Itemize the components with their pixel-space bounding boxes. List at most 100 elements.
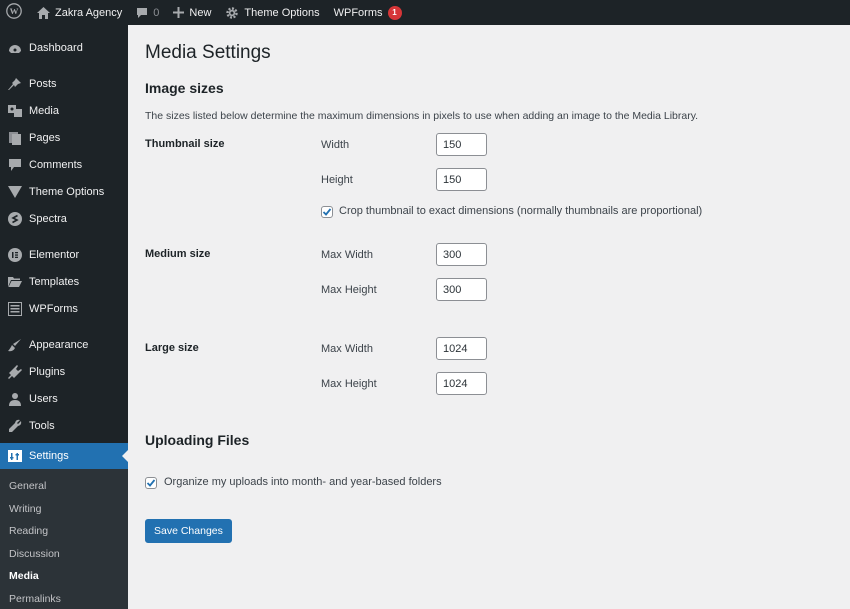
image-sizes-description: The sizes listed below determine the max… bbox=[145, 110, 699, 122]
sidebar-item-templates[interactable]: Templates bbox=[0, 268, 128, 295]
svg-text:W: W bbox=[10, 6, 19, 16]
folder-icon bbox=[8, 275, 22, 289]
image-sizes-heading: Image sizes bbox=[145, 80, 224, 96]
comment-icon bbox=[8, 158, 22, 172]
sidebar-item-label: Appearance bbox=[29, 338, 89, 351]
submenu-item-writing[interactable]: Writing bbox=[0, 498, 128, 521]
site-name-menu[interactable]: Zakra Agency bbox=[30, 0, 129, 25]
plug-icon bbox=[8, 364, 22, 379]
submenu-item-discussion[interactable]: Discussion bbox=[0, 543, 128, 566]
wpforms-label: WPForms bbox=[333, 6, 383, 19]
settings-icon bbox=[8, 449, 22, 463]
checkmark-icon bbox=[146, 479, 156, 487]
comments-menu[interactable]: 0 bbox=[129, 0, 166, 25]
elementor-icon bbox=[8, 247, 22, 262]
theme-options-menu[interactable]: Theme Options bbox=[218, 0, 326, 25]
sidebar-item-label: Theme Options bbox=[29, 185, 105, 198]
thumbnail-size-label: Thumbnail size bbox=[145, 138, 225, 150]
sidebar-item-label: Media bbox=[29, 104, 59, 117]
site-name: Zakra Agency bbox=[55, 6, 123, 19]
sidebar-item-label: Elementor bbox=[29, 248, 80, 261]
sidebar-item-posts[interactable]: Posts bbox=[0, 70, 128, 97]
new-content-menu[interactable]: New bbox=[166, 0, 218, 25]
sidebar-item-comments[interactable]: Comments bbox=[0, 151, 128, 178]
theme-options-label: Theme Options bbox=[244, 6, 320, 19]
large-height-label: Max Height bbox=[321, 378, 377, 390]
thumbnail-width-label: Width bbox=[321, 139, 350, 151]
sidebar-item-label: Plugins bbox=[29, 365, 66, 378]
media-icon bbox=[8, 104, 22, 118]
thumbnail-height-input[interactable] bbox=[436, 168, 487, 191]
organize-uploads-label: Organize my uploads into month- and year… bbox=[164, 476, 442, 488]
submenu-item-reading[interactable]: Reading bbox=[0, 520, 128, 543]
plus-icon bbox=[173, 7, 185, 18]
sidebar-item-label: Tools bbox=[29, 419, 55, 432]
large-width-input[interactable] bbox=[436, 337, 487, 360]
dashboard-icon bbox=[8, 41, 22, 55]
crop-thumbnail-checkbox[interactable] bbox=[321, 206, 333, 218]
sidebar-item-label: Posts bbox=[29, 77, 57, 90]
medium-height-input[interactable] bbox=[436, 278, 487, 301]
sidebar-item-spectra[interactable]: Spectra bbox=[0, 205, 128, 232]
sidebar-item-media[interactable]: Media bbox=[0, 97, 128, 124]
sidebar-item-elementor[interactable]: Elementor bbox=[0, 241, 128, 268]
sidebar-item-theme-options[interactable]: Theme Options bbox=[0, 178, 128, 205]
wpforms-menu[interactable]: WPForms 1 bbox=[327, 0, 409, 25]
organize-uploads-checkbox[interactable] bbox=[145, 477, 157, 489]
medium-size-label: Medium size bbox=[145, 248, 211, 260]
sidebar-item-label: Settings bbox=[29, 450, 69, 462]
submenu-item-media[interactable]: Media bbox=[0, 565, 128, 588]
user-icon bbox=[8, 392, 22, 406]
sidebar-item-label: Users bbox=[29, 392, 58, 405]
thumbnail-height-label: Height bbox=[321, 174, 353, 186]
pin-icon bbox=[8, 77, 22, 91]
thumbnail-width-input[interactable] bbox=[436, 133, 487, 156]
save-changes-button[interactable]: Save Changes bbox=[145, 519, 232, 543]
form-icon bbox=[8, 301, 22, 316]
crop-thumbnail-label: Crop thumbnail to exact dimensions (norm… bbox=[339, 205, 703, 217]
image-sizes-form: Thumbnail size Width Height Crop thumbna… bbox=[145, 122, 835, 543]
submenu-item-permalinks[interactable]: Permalinks bbox=[0, 588, 128, 609]
sidebar-item-pages[interactable]: Pages bbox=[0, 124, 128, 151]
admin-sidebar: Dashboard Posts Media Pages Comments The… bbox=[0, 25, 128, 609]
checkmark-icon bbox=[322, 208, 332, 216]
spectra-icon bbox=[8, 211, 22, 226]
triangle-icon bbox=[8, 185, 22, 199]
brush-icon bbox=[8, 338, 22, 352]
sidebar-item-tools[interactable]: Tools bbox=[0, 412, 128, 439]
medium-width-input[interactable] bbox=[436, 243, 487, 266]
sidebar-item-users[interactable]: Users bbox=[0, 385, 128, 412]
sidebar-item-wpforms[interactable]: WPForms bbox=[0, 295, 128, 322]
new-label: New bbox=[189, 6, 212, 19]
comments-count: 0 bbox=[153, 6, 160, 19]
sidebar-item-label: Dashboard bbox=[29, 41, 83, 54]
notification-badge: 1 bbox=[387, 5, 402, 20]
pages-icon bbox=[8, 131, 22, 145]
wordpress-logo-menu[interactable]: W bbox=[0, 0, 30, 25]
sidebar-item-settings[interactable]: Settings bbox=[0, 443, 128, 469]
sidebar-item-label: Templates bbox=[29, 275, 80, 288]
sidebar-item-appearance[interactable]: Appearance bbox=[0, 331, 128, 358]
home-icon bbox=[37, 6, 50, 19]
submenu-item-general[interactable]: General bbox=[0, 475, 128, 498]
sidebar-item-label: Spectra bbox=[29, 212, 67, 225]
sidebar-item-label: WPForms bbox=[29, 302, 78, 315]
medium-width-label: Max Width bbox=[321, 249, 373, 261]
sidebar-item-label: Pages bbox=[29, 131, 61, 144]
large-width-label: Max Width bbox=[321, 343, 373, 355]
wordpress-logo-icon: W bbox=[6, 3, 22, 22]
page-title: Media Settings bbox=[145, 42, 271, 63]
wrench-icon bbox=[8, 419, 22, 433]
large-height-input[interactable] bbox=[436, 372, 487, 395]
large-size-label: Large size bbox=[145, 342, 199, 354]
settings-submenu: General Writing Reading Discussion Media… bbox=[0, 469, 128, 609]
sidebar-item-plugins[interactable]: Plugins bbox=[0, 358, 128, 385]
admin-bar: W Zakra Agency 0 New Theme Options WPFor… bbox=[0, 0, 850, 25]
medium-height-label: Max Height bbox=[321, 284, 377, 296]
main-content: Media Settings Image sizes The sizes lis… bbox=[145, 25, 835, 543]
uploading-files-heading: Uploading Files bbox=[145, 432, 250, 448]
sidebar-item-dashboard[interactable]: Dashboard bbox=[0, 34, 128, 61]
gear-icon bbox=[225, 6, 239, 20]
comment-icon bbox=[136, 7, 148, 19]
sidebar-item-label: Comments bbox=[29, 158, 83, 171]
